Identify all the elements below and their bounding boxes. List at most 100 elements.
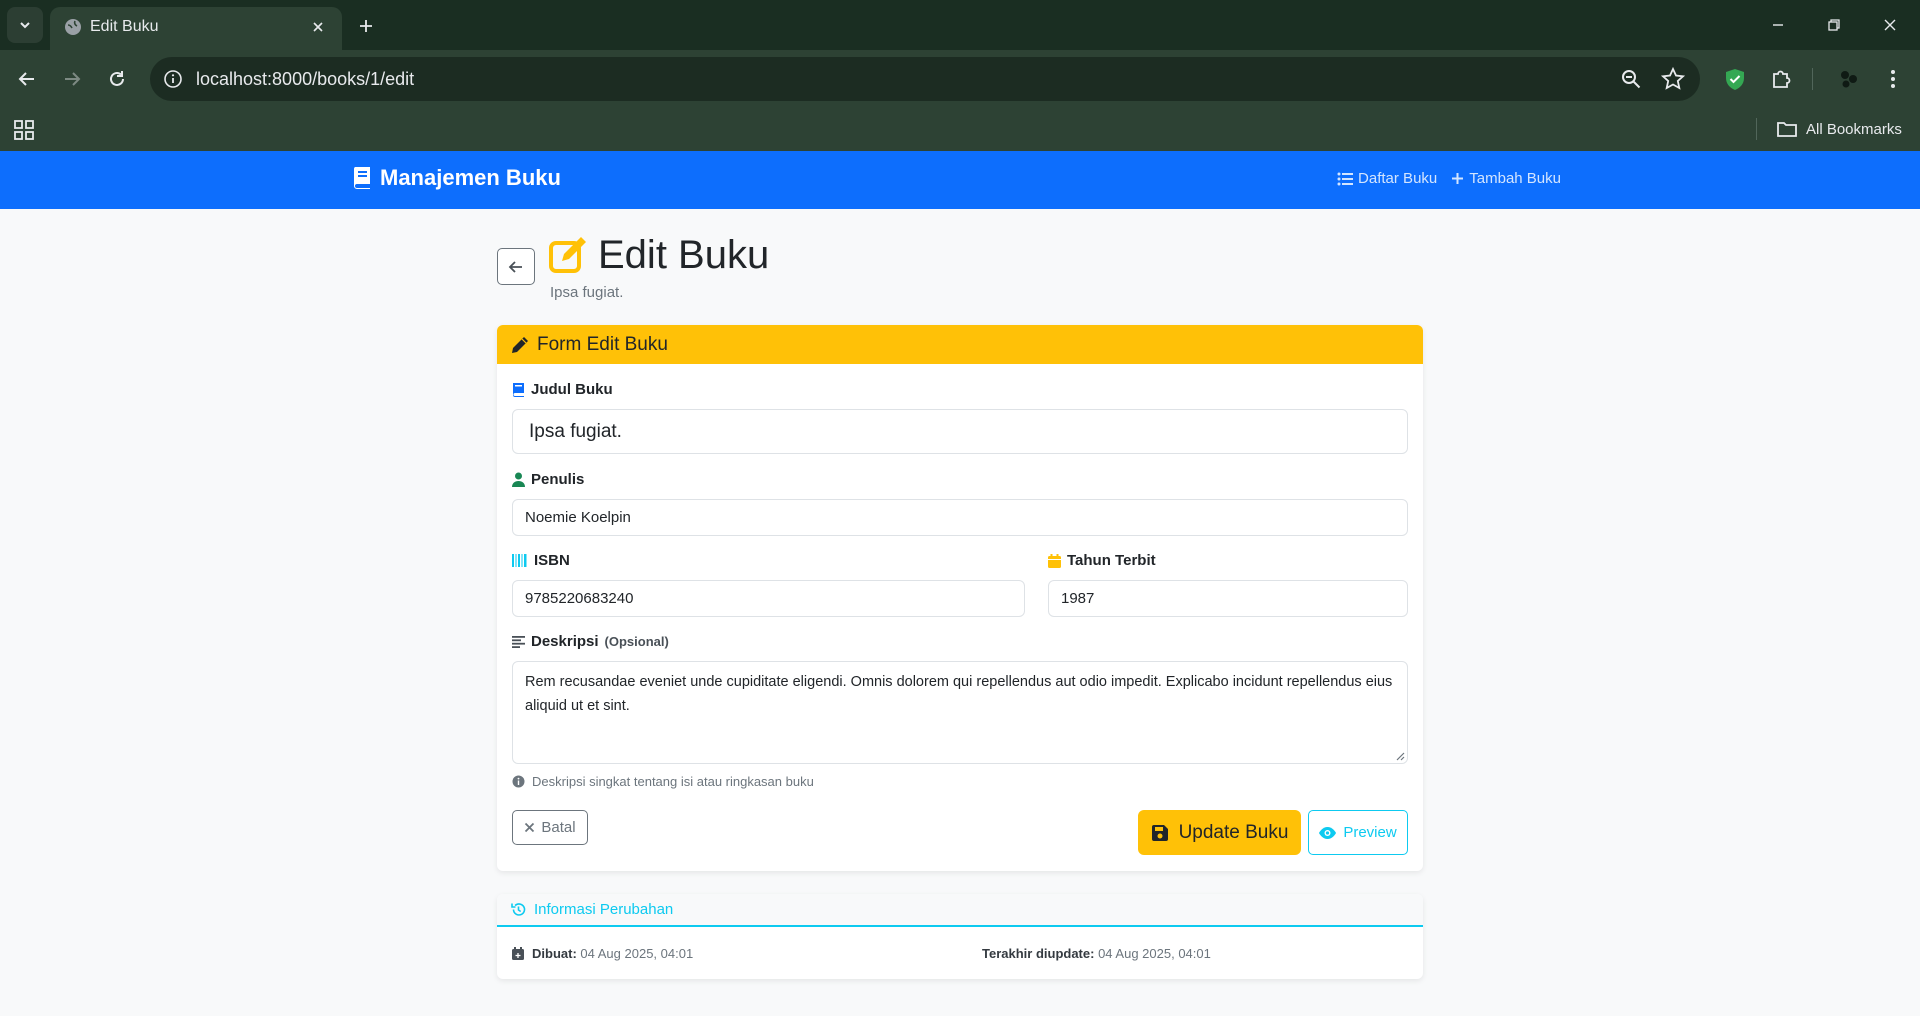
info-circle-icon bbox=[512, 775, 525, 788]
page-header: Edit Buku Ipsa fugiat. bbox=[497, 209, 1423, 325]
shield-extension-icon[interactable] bbox=[1718, 62, 1752, 96]
deskripsi-value: Rem recusandae eveniet unde cupiditate e… bbox=[525, 674, 1393, 714]
all-bookmarks-label: All Bookmarks bbox=[1806, 120, 1902, 138]
arrow-left-icon bbox=[508, 260, 522, 273]
extensions-puzzle-icon[interactable] bbox=[1764, 62, 1798, 96]
batal-button[interactable]: Batal bbox=[512, 810, 588, 845]
tahun-label: Tahun Terbit bbox=[1048, 552, 1156, 569]
nav-daftar-buku-label: Daftar Buku bbox=[1358, 170, 1438, 187]
new-tab-icon[interactable] bbox=[352, 12, 380, 40]
book-icon bbox=[353, 167, 370, 189]
deskripsi-label: Deskripsi (Opsional) bbox=[512, 633, 669, 650]
tahun-input[interactable]: 1987 bbox=[1048, 580, 1408, 617]
user-icon bbox=[512, 472, 525, 487]
chevron-down-icon bbox=[20, 22, 30, 29]
browser-tab-bar: Edit Buku bbox=[0, 0, 1920, 50]
updated-meta: Terakhir diupdate: 04 Aug 2025, 04:01 bbox=[982, 946, 1211, 961]
forward-nav-icon[interactable] bbox=[55, 62, 89, 96]
tahun-label-text: Tahun Terbit bbox=[1067, 552, 1156, 569]
info-card: Informasi Perubahan Dibuat: 04 Aug 2025,… bbox=[497, 894, 1423, 979]
page-title: Edit Buku bbox=[598, 233, 770, 277]
isbn-input[interactable]: 9785220683240 bbox=[512, 580, 1025, 617]
bookmark-star-icon[interactable] bbox=[1660, 66, 1686, 92]
tab-search-button[interactable] bbox=[7, 7, 43, 43]
batal-label: Batal bbox=[541, 819, 576, 836]
zoom-icon[interactable] bbox=[1618, 66, 1644, 92]
created-value: 04 Aug 2025, 04:01 bbox=[580, 946, 694, 961]
updated-value: 04 Aug 2025, 04:01 bbox=[1098, 946, 1211, 961]
eye-icon bbox=[1319, 826, 1337, 839]
resize-handle-icon[interactable] bbox=[1395, 751, 1405, 761]
browser-toolbar: localhost:8000/books/1/edit bbox=[0, 50, 1920, 108]
update-label: Update Buku bbox=[1178, 821, 1289, 843]
nav-tambah-buku[interactable]: Tambah Buku bbox=[1451, 170, 1561, 187]
profile-avatar-icon[interactable] bbox=[1832, 62, 1866, 96]
penulis-value: Noemie Koelpin bbox=[525, 509, 631, 526]
navbar-brand[interactable]: Manajemen Buku bbox=[352, 165, 561, 191]
browser-tab[interactable]: Edit Buku bbox=[50, 7, 342, 50]
bookmarks-divider bbox=[1756, 118, 1757, 140]
edit-icon bbox=[549, 237, 586, 273]
globe-icon bbox=[65, 19, 81, 35]
address-bar[interactable]: localhost:8000/books/1/edit bbox=[150, 57, 1700, 101]
menu-kebab-icon[interactable] bbox=[1876, 62, 1910, 96]
isbn-label: ISBN bbox=[512, 552, 570, 569]
nav-tambah-buku-label: Tambah Buku bbox=[1469, 170, 1561, 187]
back-nav-icon[interactable] bbox=[10, 62, 44, 96]
back-button[interactable] bbox=[497, 248, 535, 285]
judul-value: Ipsa fugiat. bbox=[529, 420, 622, 442]
toolbar-divider bbox=[1812, 68, 1813, 90]
deskripsi-label-text: Deskripsi bbox=[531, 633, 599, 650]
penulis-label-text: Penulis bbox=[531, 471, 585, 488]
update-button[interactable]: Update Buku bbox=[1138, 810, 1301, 855]
deskripsi-help-text: Deskripsi singkat tentang isi atau ringk… bbox=[532, 774, 814, 789]
align-left-icon bbox=[512, 635, 525, 648]
close-window-icon[interactable] bbox=[1872, 10, 1908, 40]
url-text: localhost:8000/books/1/edit bbox=[196, 69, 415, 89]
x-icon bbox=[525, 822, 535, 833]
site-info-icon[interactable] bbox=[160, 66, 186, 92]
history-icon bbox=[511, 903, 526, 916]
tab-title: Edit Buku bbox=[90, 18, 159, 35]
folder-icon bbox=[1777, 122, 1797, 137]
plus-icon bbox=[1452, 173, 1464, 184]
preview-label: Preview bbox=[1343, 824, 1397, 841]
tab-close-icon[interactable] bbox=[306, 15, 330, 39]
judul-label-text: Judul Buku bbox=[531, 381, 613, 398]
nav-daftar-buku[interactable]: Daftar Buku bbox=[1337, 170, 1437, 187]
edit-form-card: Form Edit Buku Judul Buku Ipsa fugiat. P… bbox=[497, 325, 1423, 871]
penulis-input[interactable]: Noemie Koelpin bbox=[512, 499, 1408, 536]
deskripsi-help: Deskripsi singkat tentang isi atau ringk… bbox=[512, 774, 814, 789]
updated-label: Terakhir diupdate: bbox=[982, 946, 1095, 961]
info-card-header: Informasi Perubahan bbox=[497, 894, 1423, 927]
preview-button[interactable]: Preview bbox=[1308, 810, 1408, 855]
tahun-value: 1987 bbox=[1061, 590, 1095, 607]
form-card-title: Form Edit Buku bbox=[537, 333, 668, 355]
list-icon bbox=[1337, 172, 1354, 185]
calendar-icon bbox=[1048, 553, 1061, 568]
page-subtitle: Ipsa fugiat. bbox=[550, 284, 624, 301]
bookmarks-bar: All Bookmarks bbox=[0, 108, 1920, 151]
calendar-plus-icon bbox=[512, 947, 524, 960]
judul-label: Judul Buku bbox=[512, 381, 613, 398]
deskripsi-textarea[interactable]: Rem recusandae eveniet unde cupiditate e… bbox=[512, 661, 1408, 764]
save-icon bbox=[1151, 824, 1168, 841]
barcode-icon bbox=[512, 554, 527, 567]
brand-label: Manajemen Buku bbox=[380, 165, 561, 190]
reload-icon[interactable] bbox=[100, 62, 134, 96]
book-icon bbox=[513, 383, 524, 397]
app-navbar: Manajemen Buku Daftar Buku Tambah Buku bbox=[0, 151, 1920, 209]
penulis-label: Penulis bbox=[512, 471, 584, 488]
main-container: Edit Buku Ipsa fugiat. Form Edit Buku Ju… bbox=[497, 209, 1423, 979]
judul-input[interactable]: Ipsa fugiat. bbox=[512, 409, 1408, 454]
apps-grid-icon[interactable] bbox=[12, 118, 36, 142]
created-label: Dibuat: bbox=[532, 946, 577, 961]
pencil-icon bbox=[512, 336, 528, 353]
minimize-icon[interactable] bbox=[1760, 10, 1796, 40]
created-meta: Dibuat: 04 Aug 2025, 04:01 bbox=[512, 946, 693, 961]
all-bookmarks-button[interactable]: All Bookmarks bbox=[1776, 116, 1902, 142]
restore-icon[interactable] bbox=[1816, 10, 1852, 40]
isbn-label-text: ISBN bbox=[534, 552, 570, 569]
deskripsi-optional: (Opsional) bbox=[604, 634, 669, 649]
isbn-value: 9785220683240 bbox=[525, 590, 634, 607]
